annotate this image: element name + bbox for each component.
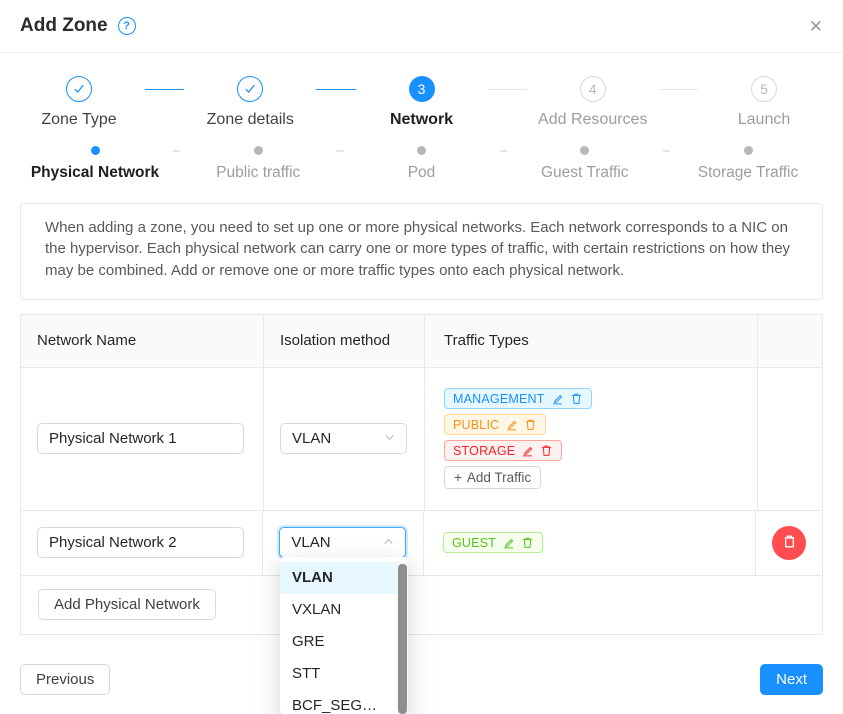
dropdown-option-vlan[interactable]: VLAN (280, 562, 397, 594)
dialog-title: Add Zone (20, 15, 108, 37)
trash-icon (781, 533, 798, 553)
tag-label: STORAGE (453, 444, 515, 458)
add-zone-dialog: Add Zone ? ✕ Zone Type Zone details 3 Ne… (0, 0, 843, 695)
info-box: When adding a zone, you need to set up o… (20, 203, 823, 300)
tag-label: MANAGEMENT (453, 392, 545, 406)
substep-connector (173, 150, 180, 152)
substep-connector (663, 150, 670, 152)
step-zone-details[interactable]: Zone details (191, 76, 309, 129)
step-connector (488, 89, 527, 90)
close-icon[interactable]: ✕ (809, 18, 823, 35)
trash-icon[interactable] (524, 418, 537, 431)
step-label: Zone details (207, 111, 294, 129)
step-connector (316, 89, 355, 90)
physical-network-table: Network Name Isolation method Traffic Ty… (20, 314, 823, 635)
column-header-actions (758, 315, 822, 367)
substep-label: Public traffic (216, 164, 300, 182)
network-substeps: Physical Network Public traffic Pod Gues… (0, 129, 843, 182)
network-name-input-2[interactable] (37, 527, 244, 558)
step-label: Add Resources (538, 111, 647, 129)
select-value: VLAN (291, 534, 330, 551)
trash-icon[interactable] (570, 392, 583, 405)
substep-physical-network[interactable]: Physical Network (20, 146, 170, 182)
edit-icon[interactable] (521, 444, 534, 457)
traffic-tag-management: MANAGEMENT (444, 388, 592, 409)
dot-icon (254, 146, 263, 155)
table-row: VLAN GUEST (21, 511, 822, 576)
substep-label: Storage Traffic (698, 164, 799, 182)
table-header-row: Network Name Isolation method Traffic Ty… (21, 315, 822, 368)
table-row: VLAN MANAGEMENT PUBLIC (21, 368, 822, 511)
tag-label: GUEST (452, 536, 496, 550)
substep-connector (336, 150, 343, 152)
step-label: Network (390, 111, 453, 129)
column-header-isolation-method: Isolation method (264, 315, 425, 367)
isolation-method-select-2[interactable]: VLAN (279, 527, 406, 558)
step-network[interactable]: 3 Network (363, 76, 481, 129)
dropdown-scrollbar[interactable] (397, 562, 408, 714)
chevron-down-icon (384, 430, 395, 447)
step-launch[interactable]: 5 Launch (705, 76, 823, 129)
add-traffic-button[interactable]: + Add Traffic (444, 466, 541, 489)
column-header-network-name: Network Name (21, 315, 264, 367)
edit-icon[interactable] (551, 392, 564, 405)
previous-button[interactable]: Previous (20, 664, 110, 695)
step-number: 4 (580, 76, 606, 102)
step-number: 5 (751, 76, 777, 102)
check-icon (237, 76, 263, 102)
add-traffic-label: Add Traffic (467, 470, 531, 485)
trash-icon[interactable] (521, 536, 534, 549)
plus-icon: + (454, 470, 462, 485)
substep-storage-traffic[interactable]: Storage Traffic (673, 146, 823, 182)
dialog-footer: Previous Next (20, 664, 823, 695)
isolation-method-dropdown: VLAN VXLAN GRE STT BCF_SEGM… (280, 557, 408, 714)
substep-public-traffic[interactable]: Public traffic (183, 146, 333, 182)
network-name-input-1[interactable] (37, 423, 244, 454)
next-button[interactable]: Next (760, 664, 823, 695)
step-label: Launch (738, 111, 791, 129)
edit-icon[interactable] (505, 418, 518, 431)
tag-label: PUBLIC (453, 418, 499, 432)
chevron-up-icon (383, 534, 394, 551)
step-connector (659, 89, 698, 90)
dropdown-option-vxlan[interactable]: VXLAN (280, 594, 397, 626)
traffic-tag-storage: STORAGE (444, 440, 562, 461)
dropdown-option-stt[interactable]: STT (280, 658, 397, 690)
step-add-resources[interactable]: 4 Add Resources (534, 76, 652, 129)
traffic-tag-public: PUBLIC (444, 414, 546, 435)
substep-label: Pod (408, 164, 436, 182)
substep-pod[interactable]: Pod (347, 146, 497, 182)
help-icon[interactable]: ? (118, 17, 136, 35)
wizard-steps: Zone Type Zone details 3 Network 4 Add R… (0, 53, 843, 129)
isolation-method-select-1[interactable]: VLAN (280, 423, 407, 454)
dialog-header: Add Zone ? ✕ (0, 0, 843, 53)
select-value: VLAN (292, 430, 331, 447)
edit-icon[interactable] (502, 536, 515, 549)
add-physical-network-button[interactable]: Add Physical Network (38, 589, 216, 620)
table-footer-row: Add Physical Network (21, 576, 822, 634)
dot-icon (580, 146, 589, 155)
step-zone-type[interactable]: Zone Type (20, 76, 138, 129)
dropdown-scrollbar-thumb[interactable] (398, 564, 407, 714)
substep-guest-traffic[interactable]: Guest Traffic (510, 146, 660, 182)
substep-label: Physical Network (31, 164, 159, 182)
traffic-tag-guest: GUEST (443, 532, 543, 553)
step-label: Zone Type (41, 111, 116, 129)
dot-icon (91, 146, 100, 155)
trash-icon[interactable] (540, 444, 553, 457)
column-header-traffic-types: Traffic Types (425, 315, 758, 367)
dot-icon (744, 146, 753, 155)
dot-icon (417, 146, 426, 155)
dropdown-option-bcf-segment[interactable]: BCF_SEGM… (280, 690, 397, 714)
delete-network-button[interactable] (772, 526, 806, 560)
dropdown-option-gre[interactable]: GRE (280, 626, 397, 658)
substep-connector (500, 150, 507, 152)
step-connector (145, 89, 184, 90)
check-icon (66, 76, 92, 102)
substep-label: Guest Traffic (541, 164, 629, 182)
step-number: 3 (409, 76, 435, 102)
